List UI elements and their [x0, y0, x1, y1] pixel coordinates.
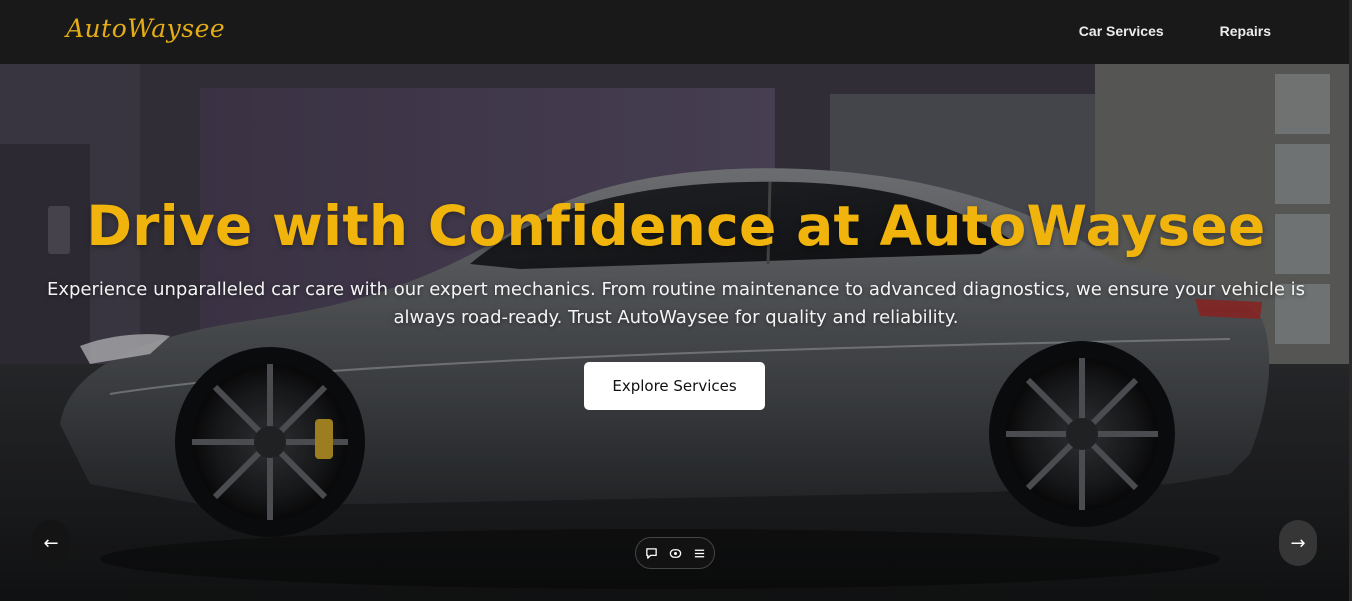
nav-link-car-services[interactable]: Car Services: [1079, 23, 1164, 39]
hero-title: Drive with Confidence at AutoWaysee: [86, 194, 1266, 258]
nav-links: Car Services Repairs: [1079, 23, 1271, 39]
eye-icon[interactable]: [668, 546, 682, 560]
hero-section: Drive with Confidence at AutoWaysee Expe…: [0, 64, 1352, 601]
menu-icon[interactable]: [692, 546, 706, 560]
explore-services-button[interactable]: Explore Services: [584, 362, 765, 410]
top-navbar: AutoWaysee Car Services Repairs: [0, 0, 1352, 64]
carousel-next-button[interactable]: →: [1279, 520, 1317, 566]
floating-widget: [635, 537, 715, 569]
carousel-prev-button[interactable]: ←: [32, 520, 70, 566]
hero-dark-overlay: [0, 64, 1352, 601]
chat-icon[interactable]: [644, 546, 658, 560]
nav-link-repairs[interactable]: Repairs: [1220, 23, 1271, 39]
hero-subtitle: Experience unparalleled car care with ou…: [46, 279, 1306, 328]
brand-logo[interactable]: AutoWaysee: [66, 14, 225, 43]
